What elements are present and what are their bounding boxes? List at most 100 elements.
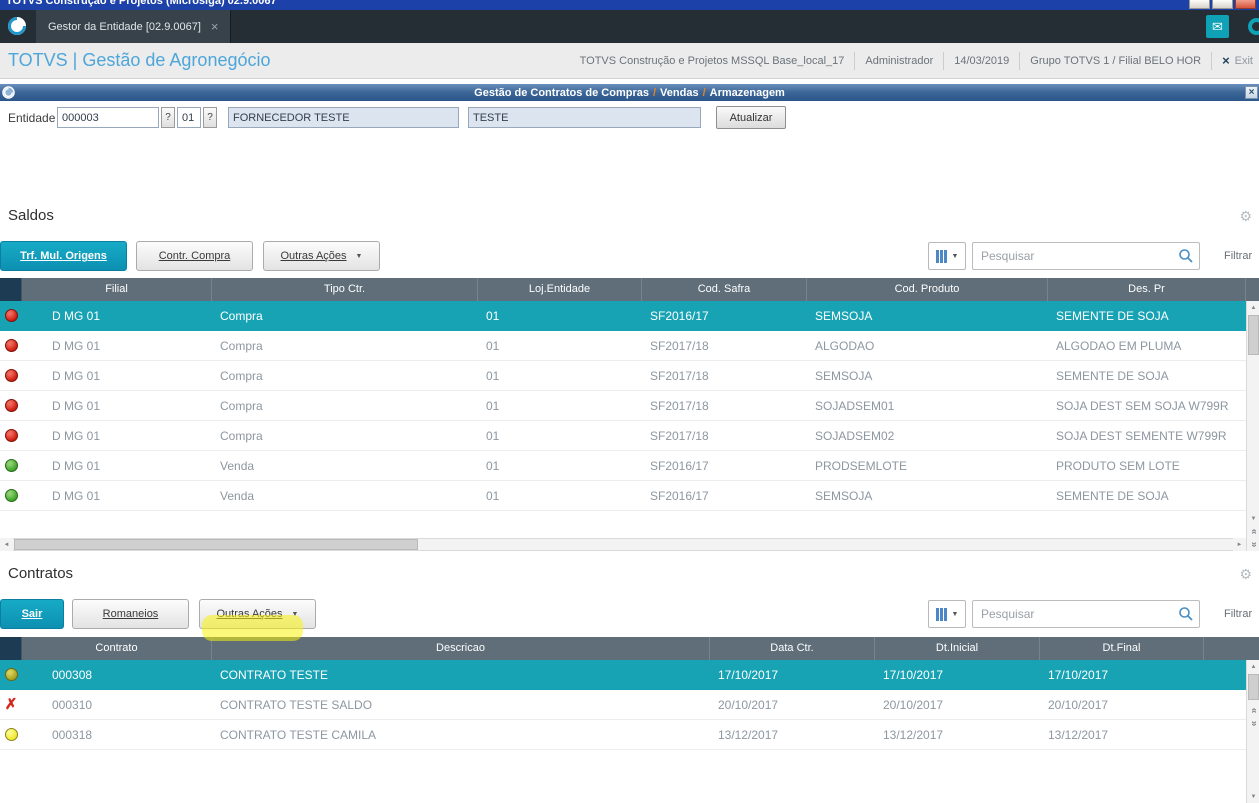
cell: 13/12/2017 bbox=[718, 727, 779, 742]
tab-close-icon[interactable]: × bbox=[211, 19, 219, 34]
search-input[interactable] bbox=[972, 242, 1200, 270]
entity-code-field[interactable] bbox=[57, 107, 159, 128]
contratos-section-title: Contratos bbox=[8, 565, 74, 582]
gear-icon[interactable]: ⚙ bbox=[1239, 208, 1252, 225]
cell: ALGODAO bbox=[815, 338, 875, 353]
entity-name-field[interactable] bbox=[228, 107, 459, 128]
columns-icon bbox=[939, 607, 943, 621]
status-column-header[interactable] bbox=[0, 637, 22, 660]
scroll-up-icon[interactable]: ▲ bbox=[1247, 660, 1259, 673]
vertical-scrollbar[interactable]: ▲ ▼ « » bbox=[1246, 301, 1259, 551]
cell: 13/12/2017 bbox=[1048, 727, 1109, 742]
horizontal-scrollbar[interactable]: ◄ ► bbox=[0, 538, 1246, 551]
page-down-icon[interactable]: » bbox=[1247, 717, 1259, 730]
table-row[interactable]: D MG 01 Compra 01 SF2017/18 SEMSOJA SEMENTE D… bbox=[0, 361, 1246, 391]
scrollbar-thumb[interactable] bbox=[14, 539, 418, 550]
status-red-x-icon: ✗ bbox=[4, 696, 18, 713]
status-cell bbox=[0, 451, 22, 480]
dialog-close-icon[interactable]: × bbox=[1245, 86, 1258, 99]
romaneios-button[interactable]: Romaneios bbox=[72, 599, 189, 629]
vertical-scrollbar[interactable]: ▲ « » ▼ bbox=[1246, 660, 1259, 803]
dialog-title-separator: / bbox=[652, 86, 657, 99]
column-header[interactable]: Dt.Inicial bbox=[875, 637, 1040, 660]
column-header[interactable]: Loj.Entidade bbox=[478, 278, 642, 301]
close-icon[interactable] bbox=[1235, 0, 1256, 9]
branch-label: Grupo TOTVS 1 / Filial BELO HOR bbox=[1030, 54, 1202, 67]
status-cell: ✗ bbox=[0, 690, 22, 719]
cell: SEMSOJA bbox=[815, 488, 873, 503]
table-row[interactable]: D MG 01 Venda 01 SF2016/17 SEMSOJA SEMENTE DE… bbox=[0, 481, 1246, 511]
exit-icon[interactable]: × bbox=[1222, 53, 1230, 68]
date-label: 14/03/2019 bbox=[954, 54, 1010, 67]
gear-icon[interactable]: ⚙ bbox=[1239, 566, 1252, 583]
status-red-icon bbox=[4, 309, 18, 322]
divider bbox=[1019, 51, 1021, 70]
totvs-logo-icon[interactable] bbox=[7, 16, 27, 36]
column-header[interactable]: Data Ctr. bbox=[710, 637, 875, 660]
scroll-left-icon[interactable]: ◄ bbox=[0, 538, 13, 551]
filter-link[interactable]: Filtrar bbox=[1224, 599, 1252, 629]
page-up-icon[interactable]: « bbox=[1247, 525, 1259, 538]
column-header[interactable]: Cod. Produto bbox=[807, 278, 1048, 301]
cell: D MG 01 bbox=[52, 338, 101, 353]
column-header[interactable]: Filial bbox=[22, 278, 212, 301]
tab-gestor-da-entidade[interactable]: Gestor da Entidade [02.9.0067] × bbox=[36, 10, 232, 43]
envelope-icon[interactable]: ✉ bbox=[1206, 15, 1229, 38]
cell: SF2016/17 bbox=[650, 488, 709, 503]
table-row[interactable]: D MG 01 Compra 01 SF2017/18 SOJADSEM01 SOJA D… bbox=[0, 391, 1246, 421]
entity-alias-field[interactable] bbox=[468, 107, 701, 128]
column-header[interactable]: Contrato bbox=[22, 637, 212, 660]
column-header[interactable]: Tipo Ctr. bbox=[212, 278, 478, 301]
scrollbar-thumb[interactable] bbox=[1248, 674, 1259, 700]
cell: 01 bbox=[486, 308, 500, 323]
table-row[interactable]: D MG 01 Compra 01 SF2017/18 SOJADSEM02 SOJA D… bbox=[0, 421, 1246, 451]
notification-ring-icon[interactable] bbox=[1248, 18, 1259, 35]
column-header[interactable]: Des. Pr bbox=[1048, 278, 1246, 301]
page-down-icon[interactable]: » bbox=[1247, 538, 1259, 551]
column-header[interactable]: Dt.Final bbox=[1040, 637, 1204, 660]
status-cell bbox=[0, 361, 22, 390]
status-cell bbox=[0, 660, 22, 689]
refresh-button[interactable]: Atualizar bbox=[716, 106, 786, 129]
search-icon[interactable] bbox=[1178, 606, 1194, 622]
outras-acoes-button[interactable]: Outras Ações ▼ bbox=[263, 241, 380, 271]
cell: Venda bbox=[220, 488, 255, 503]
outras-acoes-button[interactable]: Outras Ações ▼ bbox=[199, 599, 316, 629]
chevron-down-icon: ▼ bbox=[291, 610, 299, 618]
column-picker-button[interactable]: ▼ bbox=[928, 600, 966, 628]
scroll-right-icon[interactable]: ► bbox=[1233, 538, 1246, 551]
page-up-icon[interactable]: « bbox=[1247, 704, 1259, 717]
entity-store-field[interactable] bbox=[177, 107, 201, 128]
app-brand: TOTVS | Gestão de Agronegócio bbox=[8, 50, 271, 70]
table-row[interactable]: 000308 CONTRATO TESTE 17/10/2017 17/10/2017… bbox=[0, 660, 1246, 690]
table-row[interactable]: D MG 01 Compra 01 SF2017/18 ALGODAO ALGODAO E… bbox=[0, 331, 1246, 361]
maximize-icon[interactable] bbox=[1212, 0, 1233, 9]
trf-mul-origens-button[interactable]: Trf. Mul. Origens bbox=[0, 241, 127, 271]
search-icon[interactable] bbox=[1178, 248, 1194, 264]
table-row[interactable]: D MG 01 Compra 01 SF2016/17 SEMSOJA SEMENTE D… bbox=[0, 301, 1246, 331]
table-row[interactable]: D MG 01 Venda 01 SF2016/17 PRODSEMLOTE PRODUT… bbox=[0, 451, 1246, 481]
column-header[interactable]: Cod. Safra bbox=[642, 278, 807, 301]
contr-compra-button[interactable]: Contr. Compra bbox=[136, 241, 253, 271]
cell: 17/10/2017 bbox=[718, 667, 779, 682]
exit-label[interactable]: Exit bbox=[1235, 55, 1253, 67]
column-header[interactable]: Descricao bbox=[212, 637, 710, 660]
table-row[interactable]: 000318 CONTRATO TESTE CAMILA 13/12/2017 13/… bbox=[0, 720, 1246, 750]
sair-button[interactable]: Sair bbox=[0, 599, 64, 629]
contratos-toolbar: Sair Romaneios Outras Ações▼ ▼ Filtrar bbox=[0, 599, 1259, 629]
column-picker-button[interactable]: ▼ bbox=[928, 242, 966, 270]
table-row[interactable]: ✗ 000310 CONTRATO TESTE SALDO 20/10/2017 20/… bbox=[0, 690, 1246, 720]
status-cell bbox=[0, 301, 22, 330]
scroll-down-icon[interactable]: ▼ bbox=[1247, 790, 1259, 803]
filter-link[interactable]: Filtrar bbox=[1224, 241, 1252, 271]
status-column-header[interactable] bbox=[0, 278, 22, 301]
scroll-down-icon[interactable]: ▼ bbox=[1247, 512, 1259, 525]
status-red-icon bbox=[4, 429, 18, 442]
scroll-up-icon[interactable]: ▲ bbox=[1247, 301, 1259, 314]
cell: 01 bbox=[486, 458, 500, 473]
entity-store-lookup-button[interactable]: ? bbox=[203, 107, 217, 128]
entity-code-lookup-button[interactable]: ? bbox=[161, 107, 175, 128]
minimize-icon[interactable] bbox=[1189, 0, 1210, 9]
search-input[interactable] bbox=[972, 600, 1200, 628]
scrollbar-thumb[interactable] bbox=[1248, 315, 1259, 355]
